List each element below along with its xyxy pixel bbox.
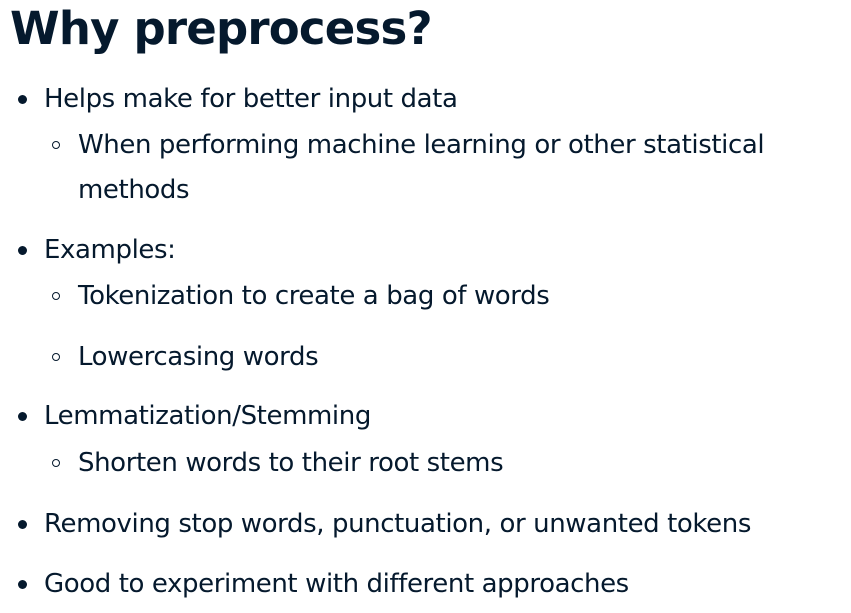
bullet-text: Helps make for better input data <box>44 84 458 114</box>
bullet-dot-icon <box>18 95 27 104</box>
bullet-dot-icon <box>18 520 27 529</box>
bullet-text: Removing stop words, punctuation, or unw… <box>44 509 751 539</box>
bullet-ring-icon <box>52 459 60 467</box>
bullet-dot-icon <box>18 412 27 421</box>
bullet-text: Examples: <box>44 235 176 265</box>
bullet-text: Good to experiment with different approa… <box>44 569 629 599</box>
bullet-text: Lemmatization/Stemming <box>44 401 371 431</box>
sub-bullet-text: Lowercasing words <box>78 342 319 372</box>
sub-bullet-text: When performing machine learning or othe… <box>78 130 765 160</box>
bullet-dot-icon <box>18 580 27 589</box>
bullet-ring-icon <box>52 292 60 300</box>
sub-bullet-text-continued: methods <box>78 175 190 205</box>
bullet-dot-icon <box>18 246 27 255</box>
bullet-ring-icon <box>52 141 60 149</box>
slide-title: Why preprocess? <box>10 2 433 55</box>
bullet-ring-icon <box>52 353 60 361</box>
sub-bullet-text: Shorten words to their root stems <box>78 448 504 478</box>
sub-bullet-text: Tokenization to create a bag of words <box>78 281 550 311</box>
